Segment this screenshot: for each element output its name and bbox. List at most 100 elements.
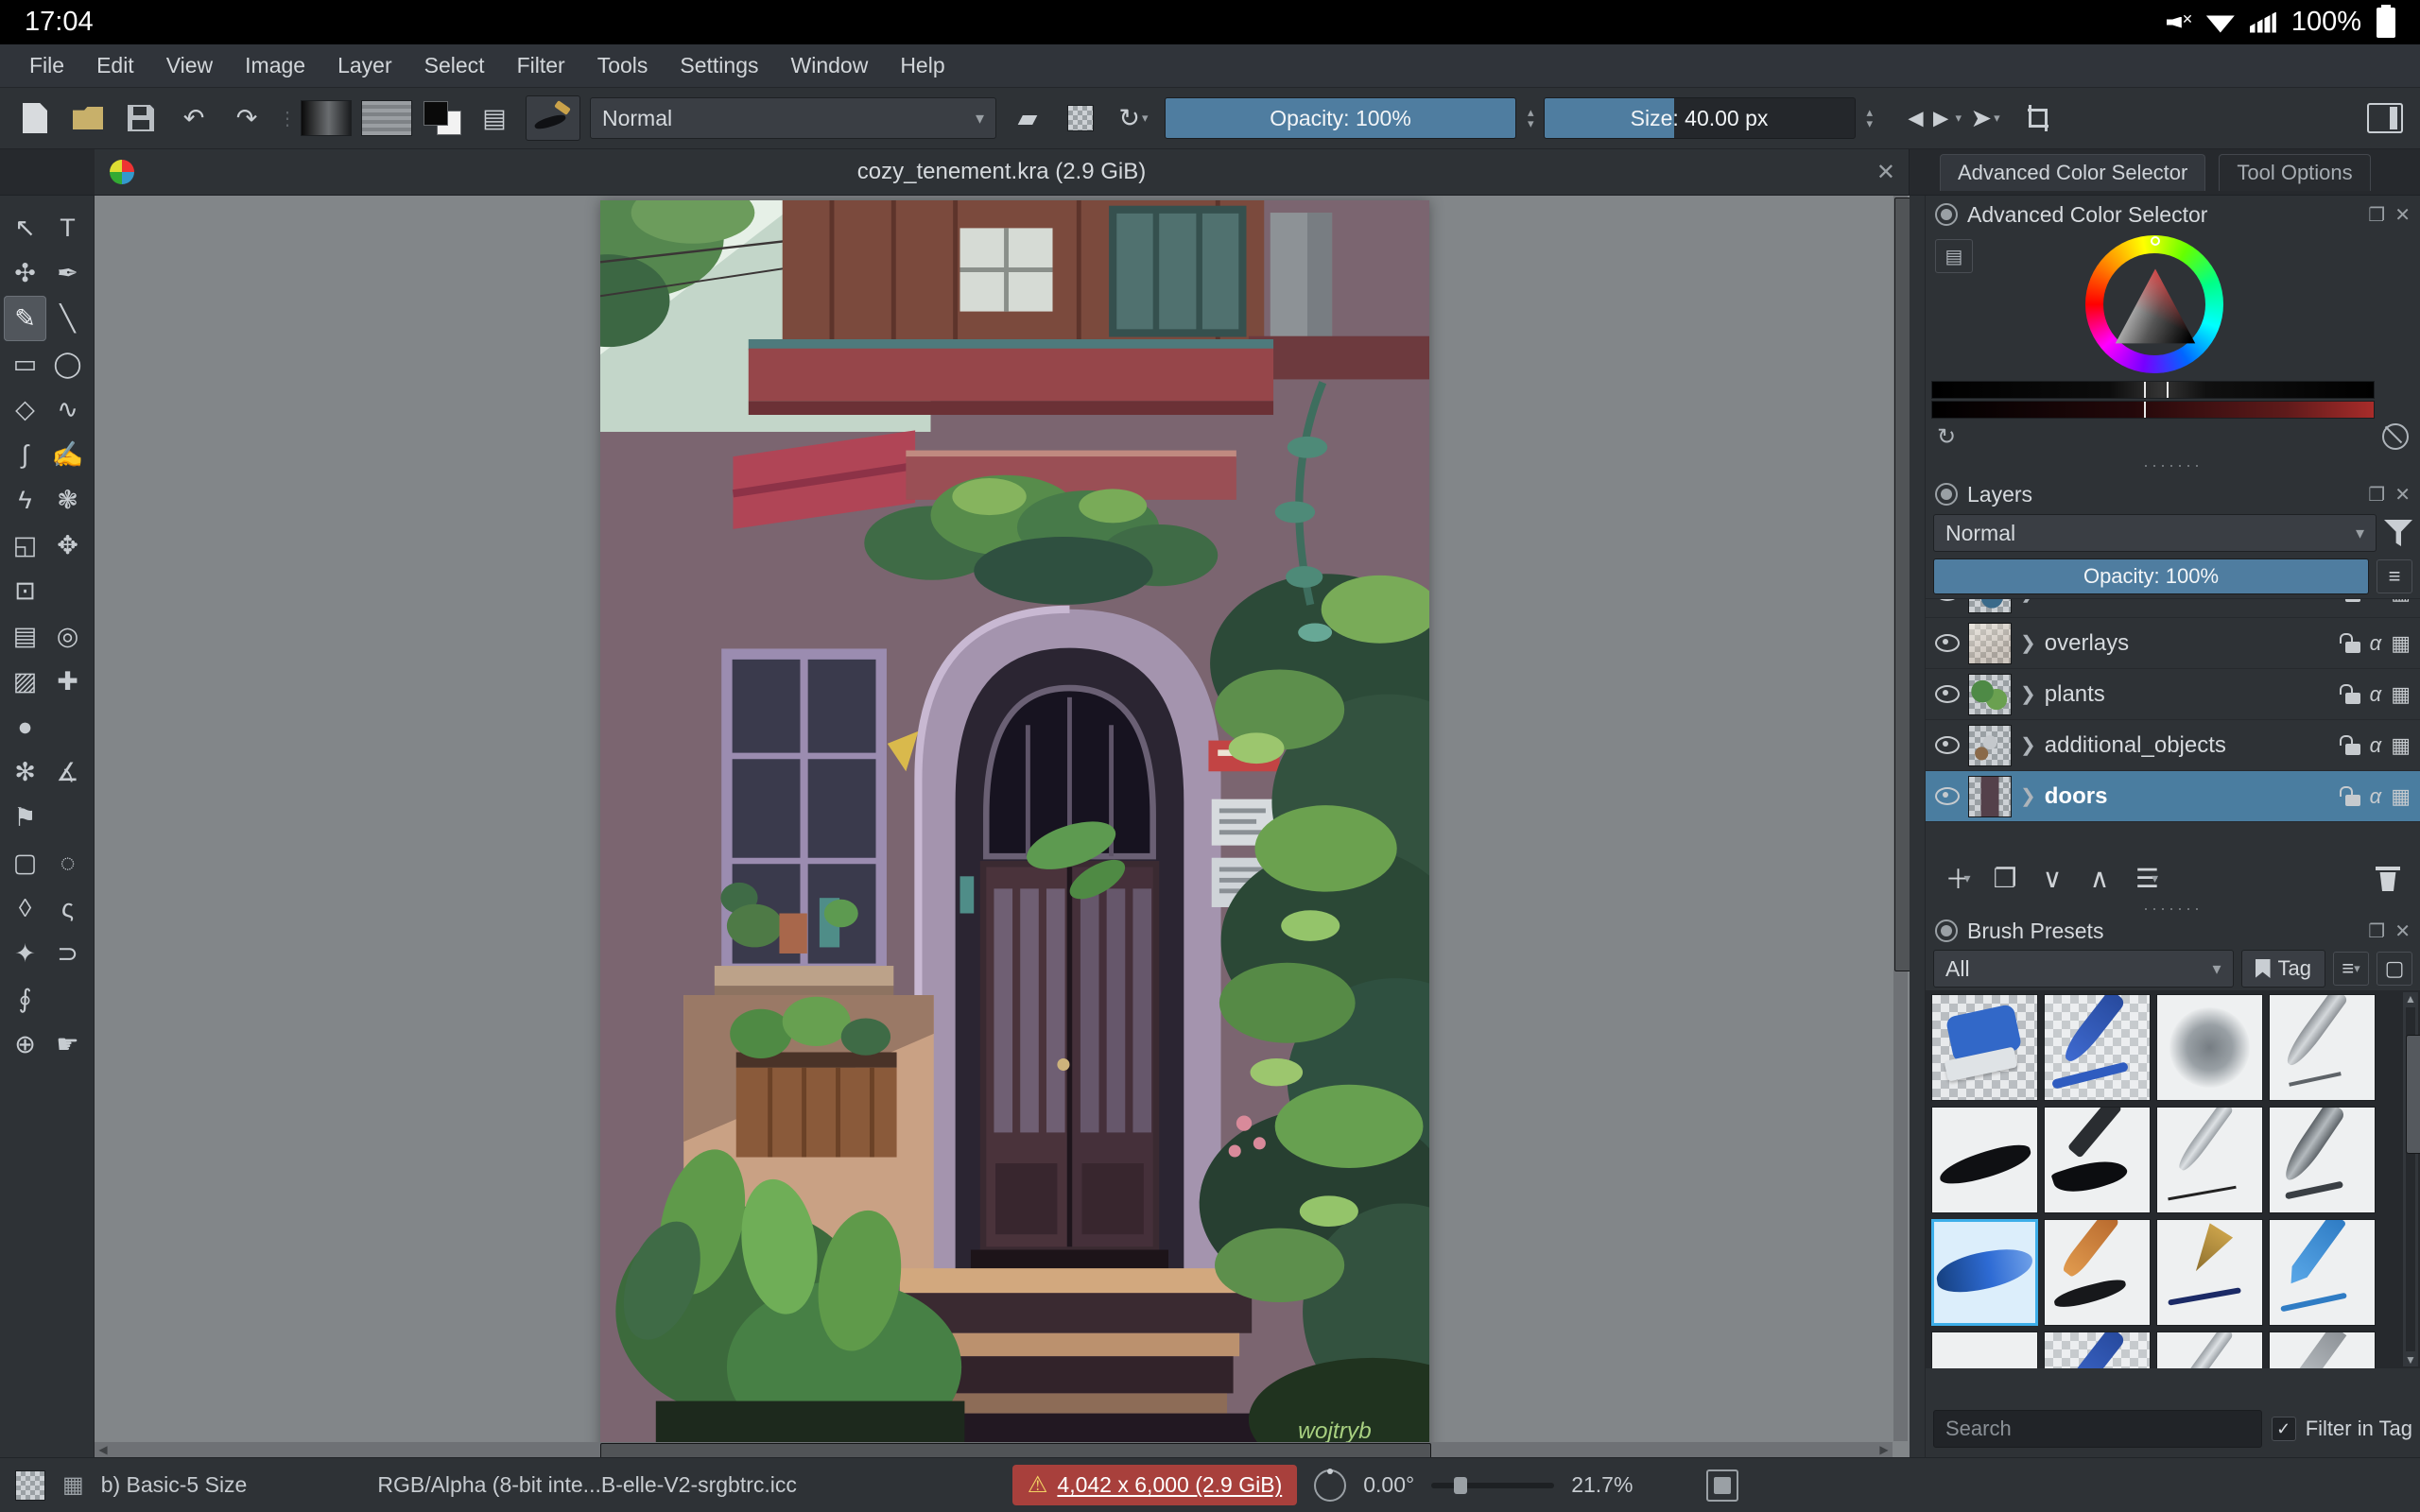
tool-button[interactable]: ◱ [4,523,46,568]
close-docker-icon[interactable]: ✕ [2394,919,2411,943]
tool-button[interactable]: ∿ [46,387,89,432]
tool-button[interactable]: ● [4,704,46,749]
menu-item[interactable]: Layer [321,44,408,87]
layer-visibility-eye-icon[interactable] [1935,787,1960,805]
horizontal-scrollbar-thumb[interactable] [600,1443,1431,1457]
menu-item[interactable]: Settings [664,44,774,87]
foreground-color-swatch[interactable] [424,101,448,126]
layer-visibility-eye-icon[interactable] [1935,599,1960,601]
brush-size-slider[interactable]: Size: 40.00 px [1543,97,1856,139]
grid-toggle-icon[interactable]: ▦ [62,1471,84,1499]
menu-item[interactable]: Image [229,44,321,87]
brush-preset-tile[interactable] [1931,994,2038,1101]
layer-expand-arrow-icon[interactable]: ❯ [2020,733,2036,757]
tool-button[interactable]: ✚ [46,659,89,704]
docker-drag-handle[interactable]: ······· [1926,453,2420,477]
size-spinner[interactable]: ▴ ▾ [1867,106,1874,129]
brush-preset-tile[interactable] [1931,1332,2038,1368]
tool-button[interactable]: ▢ [4,840,46,885]
layer-properties-icon[interactable]: ▦ [2391,631,2411,656]
brush-preset-chooser-button[interactable] [526,95,580,141]
tool-button[interactable]: ◯ [46,341,89,387]
brush-preset-tile[interactable] [2269,1107,2376,1213]
layer-expand-arrow-icon[interactable]: ❯ [2020,599,2036,604]
gradient-editor-button[interactable]: ▤ [473,96,516,140]
tool-button[interactable]: ✎ [4,296,46,341]
brush-presets-docker-titlebar[interactable]: Brush Presets ❐ ✕ [1926,915,2420,947]
layer-properties-icon[interactable]: ▦ [2391,784,2411,809]
tool-button[interactable]: ◎ [46,613,89,659]
tool-button[interactable]: ⊕ [4,1022,46,1067]
opacity-spinner[interactable]: ▴ ▾ [1528,106,1534,129]
brush-preset-tile[interactable] [2044,1332,2151,1368]
move-layer-up-button[interactable]: ∧ [2079,858,2120,898]
layer-lock-icon[interactable] [2344,599,2360,602]
canvas-only-mode-icon[interactable] [1706,1469,1739,1502]
open-document-button[interactable] [66,96,110,140]
docker-drag-handle[interactable]: ······· [1926,900,2420,917]
layers-docker-titlebar[interactable]: Layers ❐ ✕ [1926,477,2420,511]
brush-preset-tile[interactable] [2044,994,2151,1101]
layer-opacity-slider[interactable]: Opacity: 100% [1933,558,2369,594]
scroll-left-arrow[interactable]: ◀ [95,1443,112,1456]
preset-tag-filter-dropdown[interactable]: All ▾ [1933,950,2234,988]
trim-to-image-button[interactable] [2016,96,2060,140]
scroll-up-arrow[interactable]: ▲ [2405,992,2416,1005]
alpha-inherit-icon[interactable]: α [2370,599,2382,605]
move-layer-down-button[interactable]: ∨ [2031,858,2073,898]
vertical-scrollbar-thumb[interactable] [1894,198,1910,972]
layer-expand-arrow-icon[interactable]: ❯ [2020,682,2036,706]
mirror-horizontal-button[interactable]: ◄► ▾ [1903,96,1962,140]
tool-button[interactable]: ☛ [46,1022,89,1067]
menu-item[interactable]: Filter [501,44,581,87]
preserve-alpha-button[interactable] [1059,96,1102,140]
layer-lock-icon[interactable] [2339,785,2360,806]
canvas-viewport[interactable]: wojtryb ◀ ▶ [95,196,1910,1457]
add-layer-button[interactable]: ＋ ▾ [1937,858,1979,898]
save-button[interactable] [119,96,163,140]
brush-preset-tile[interactable] [2044,1107,2151,1213]
layer-lock-icon[interactable] [2339,734,2360,755]
hue-marker[interactable] [2151,236,2160,246]
menu-item[interactable]: Help [884,44,960,87]
canvas-painting[interactable]: wojtryb [600,200,1429,1457]
layer-expand-arrow-icon[interactable]: ❯ [2020,784,2036,808]
undo-button[interactable]: ↶ [172,96,216,140]
layer-properties-icon[interactable]: ▦ [2391,682,2411,707]
close-tab-icon[interactable]: ✕ [1876,159,1895,186]
layer-lock-icon[interactable] [2339,632,2360,653]
preset-grid-scrollbar[interactable]: ▲ ▼ [2403,992,2420,1366]
horizontal-scrollbar[interactable]: ◀ ▶ [95,1442,1893,1457]
tool-button[interactable]: ⊡ [4,568,46,613]
menu-item[interactable]: Window [775,44,885,87]
tool-button[interactable]: ⊃ [46,931,89,976]
layer-lock-icon[interactable] [2339,683,2360,704]
preset-scrollbar-thumb[interactable] [2406,1035,2420,1154]
layer-visibility-eye-icon[interactable] [1935,634,1960,652]
layer-properties-icon[interactable]: ▦ [2391,599,2411,605]
foreground-background-colors[interactable] [422,99,463,137]
gradient-chooser-button[interactable] [301,100,352,136]
tool-button[interactable]: ✒ [46,250,89,296]
layer-properties-icon[interactable]: ▦ [2391,733,2411,758]
layer-row[interactable]: ❯ scooter α ▦ [1926,599,2420,618]
pattern-chooser-button[interactable] [361,100,412,136]
tag-button[interactable]: Tag [2240,950,2325,988]
menu-item[interactable]: Tools [581,44,665,87]
tool-button[interactable]: ▤ [4,613,46,659]
selection-indicator-icon[interactable] [15,1469,45,1501]
workspace-chooser-button[interactable] [2363,96,2407,140]
brush-preset-tile[interactable] [2156,1107,2263,1213]
scroll-right-arrow[interactable]: ▶ [1876,1443,1893,1456]
menu-item[interactable]: View [150,44,229,87]
layer-row[interactable]: ❯ doors α ▦ [1926,771,2420,822]
layer-properties-button[interactable]: ☰ ▾ [2126,858,2168,898]
memory-warning-badge[interactable]: ⚠ 4,042 x 6,000 (2.9 GiB) [1011,1465,1298,1505]
brush-preset-tile[interactable] [2156,1219,2263,1326]
menu-item[interactable]: Select [408,44,501,87]
close-docker-icon[interactable]: ✕ [2394,203,2411,227]
tool-button[interactable]: ▭ [4,341,46,387]
no-color-icon[interactable] [2382,423,2409,450]
menu-item[interactable]: File [13,44,80,87]
advanced-color-selector[interactable]: ▤ [1926,233,2420,375]
